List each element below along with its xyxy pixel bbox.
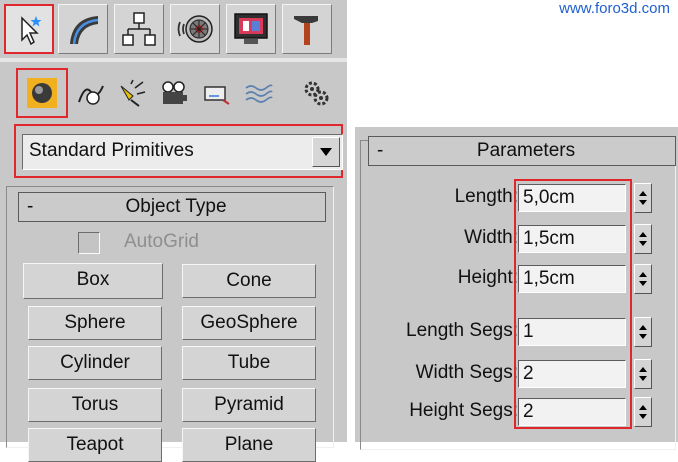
spacewarp-icon	[245, 84, 273, 103]
height-spinner[interactable]	[634, 264, 652, 294]
camera-icon	[162, 81, 187, 104]
lights-category-button[interactable]	[112, 70, 152, 116]
gears-icon	[304, 81, 329, 106]
shapes-icon	[78, 85, 104, 105]
shapes-category-button[interactable]	[70, 70, 110, 116]
width-spinner[interactable]	[634, 224, 652, 254]
pyramid-button[interactable]: Pyramid	[182, 388, 316, 422]
teapot-button[interactable]: Teapot	[28, 428, 162, 462]
autogrid-checkbox[interactable]	[78, 232, 100, 254]
height-segs-spinner[interactable]	[634, 397, 652, 427]
width-segs-spinner[interactable]	[634, 359, 652, 389]
length-spinner[interactable]	[634, 183, 652, 213]
parameters-highlight	[514, 179, 632, 429]
display-monitor-icon	[234, 13, 268, 44]
hierarchy-tab[interactable]	[114, 4, 164, 54]
length-segs-label: Length Segs:	[406, 320, 518, 341]
object-type-rollout-header[interactable]: - Object Type	[18, 192, 326, 222]
display-tab[interactable]	[226, 4, 276, 54]
tube-button[interactable]: Tube	[182, 346, 316, 380]
box-button[interactable]: Box	[23, 263, 163, 299]
height-segs-label: Height Segs:	[409, 400, 518, 421]
space-warps-category-button[interactable]	[238, 70, 278, 116]
plane-button[interactable]: Plane	[182, 428, 316, 462]
sphere-icon	[27, 78, 57, 108]
parameters-rollout-header[interactable]: - Parameters	[368, 136, 676, 166]
autogrid-label: AutoGrid	[124, 231, 199, 252]
torus-button[interactable]: Torus	[28, 388, 162, 422]
motion-wheel-icon	[177, 15, 213, 43]
cameras-category-button[interactable]	[154, 70, 194, 116]
height-label: Height:	[457, 267, 518, 288]
cylinder-button[interactable]: Cylinder	[28, 346, 162, 380]
width-segs-label: Width Segs:	[415, 362, 518, 383]
light-icon	[120, 79, 146, 107]
systems-category-button[interactable]	[296, 70, 336, 116]
length-label: Length:	[454, 186, 518, 207]
hierarchy-icon	[122, 12, 156, 46]
dropdown-selected-value: Standard Primitives	[29, 140, 194, 161]
hammer-icon	[294, 16, 318, 45]
dropdown-arrow-button[interactable]	[312, 137, 340, 167]
rollout-title: Parameters	[476, 140, 576, 161]
helper-icon	[204, 86, 230, 105]
watermark: www.foro3d.com	[559, 0, 670, 17]
collapse-toggle[interactable]: -	[19, 196, 57, 218]
tab-divider	[0, 58, 347, 62]
geosphere-button[interactable]: GeoSphere	[182, 306, 316, 340]
width-label: Width:	[464, 227, 518, 248]
modify-arc-icon	[70, 16, 99, 45]
sphere-button[interactable]: Sphere	[28, 306, 162, 340]
motion-tab[interactable]	[170, 4, 220, 54]
helpers-category-button[interactable]	[196, 70, 236, 116]
create-cursor-icon	[21, 16, 42, 46]
create-tab[interactable]	[4, 4, 54, 54]
primitive-type-dropdown[interactable]: Standard Primitives	[14, 124, 343, 178]
chevron-down-icon	[320, 148, 332, 156]
geometry-category-button[interactable]	[16, 68, 68, 118]
length-segs-spinner[interactable]	[634, 317, 652, 347]
utilities-tab[interactable]	[282, 4, 332, 54]
rollout-title: Object Type	[125, 196, 227, 217]
collapse-toggle[interactable]: -	[369, 140, 407, 162]
modify-tab[interactable]	[58, 4, 108, 54]
dropdown-field[interactable]: Standard Primitives	[22, 134, 343, 170]
cone-button[interactable]: Cone	[182, 264, 316, 298]
